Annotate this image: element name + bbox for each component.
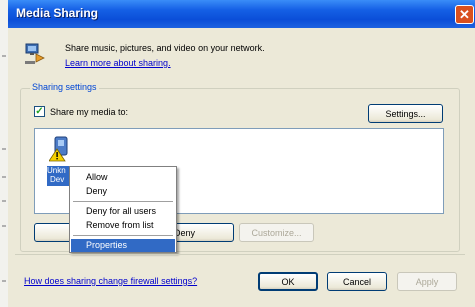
sharing-settings-label: Sharing settings <box>30 82 99 92</box>
cancel-button[interactable]: Cancel <box>327 272 387 291</box>
customize-button-label: Customize... <box>251 227 302 238</box>
background-mark <box>2 200 6 202</box>
apply-button-label: Apply <box>415 276 439 287</box>
menu-separator <box>73 201 173 202</box>
close-icon: ✕ <box>459 6 470 22</box>
media-sharing-icon <box>24 42 46 66</box>
learn-more-link[interactable]: Learn more about sharing. <box>65 58 171 68</box>
share-media-label: Share my media to: <box>50 107 129 117</box>
menu-item-allow[interactable]: Allow <box>71 171 175 184</box>
background-mark <box>2 280 6 282</box>
close-button[interactable]: ✕ <box>455 5 474 24</box>
background-mark <box>2 148 6 150</box>
menu-item-properties[interactable]: Properties <box>71 239 175 252</box>
device-label-line1: Unkn <box>47 166 66 175</box>
customize-button: Customize... <box>239 223 314 242</box>
background-mark <box>2 176 6 178</box>
cancel-button-label: Cancel <box>342 276 371 287</box>
deny-button-label: Deny <box>173 227 195 238</box>
menu-item-remove-from-list[interactable]: Remove from list <box>71 219 175 232</box>
device-label[interactable]: Unkn Dev <box>47 166 71 186</box>
menu-item-deny[interactable]: Deny <box>71 185 175 198</box>
intro-text: Share music, pictures, and video on your… <box>65 43 265 53</box>
apply-button: Apply <box>397 272 457 291</box>
menu-item-deny-all-users[interactable]: Deny for all users <box>71 205 175 218</box>
ok-button[interactable]: OK <box>258 272 318 291</box>
settings-button[interactable]: Settings... <box>368 104 443 123</box>
settings-button-label: Settings... <box>385 108 426 119</box>
footer-divider <box>15 254 465 255</box>
window-title: Media Sharing <box>16 6 99 20</box>
ok-button-label: OK <box>281 276 295 287</box>
device-label-line2: Dev <box>50 175 65 184</box>
context-menu: Allow Deny Deny for all users Remove fro… <box>69 166 177 253</box>
background-mark <box>2 55 6 57</box>
checkmark-icon: ✓ <box>35 106 44 117</box>
background-mark <box>2 225 6 227</box>
firewall-help-link[interactable]: How does sharing change firewall setting… <box>24 276 197 286</box>
unknown-device-icon[interactable] <box>48 136 71 162</box>
share-media-checkbox[interactable]: ✓ <box>34 106 45 117</box>
menu-separator <box>73 235 173 236</box>
